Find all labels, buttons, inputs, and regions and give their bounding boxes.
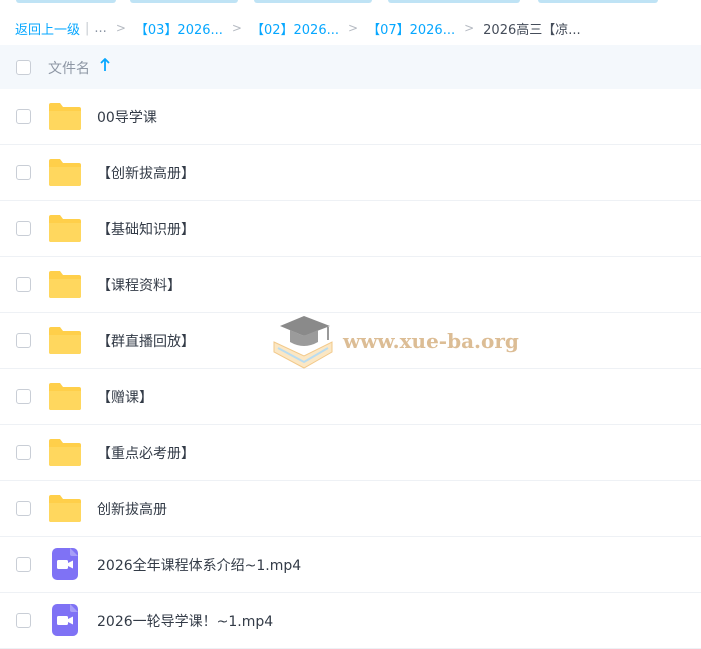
row-checkbox[interactable] — [16, 221, 31, 236]
file-row[interactable]: 【课程资料】 — [0, 257, 701, 313]
row-checkbox[interactable] — [16, 109, 31, 124]
file-row[interactable]: 【群直播回放】 — [0, 313, 701, 369]
chevron-right-icon: > — [231, 21, 242, 35]
folder-icon — [48, 212, 82, 244]
toolbar-button-edge — [254, 0, 372, 3]
file-row[interactable]: 【创新拔高册】 — [0, 145, 701, 201]
row-checkbox[interactable] — [16, 333, 31, 348]
folder-icon — [48, 324, 82, 356]
folder-icon — [48, 492, 82, 524]
file-row[interactable]: 创新拔高册 — [0, 481, 701, 537]
file-name[interactable]: 【创新拔高册】 — [97, 163, 195, 183]
file-row[interactable]: 2026一轮导学课！~1.mp4 — [0, 593, 701, 649]
folder-icon — [48, 268, 82, 300]
file-name[interactable]: 【重点必考册】 — [97, 443, 195, 463]
breadcrumb-item[interactable]: 【02】2026... — [251, 19, 339, 38]
top-toolbar-edge — [0, 0, 701, 6]
row-checkbox[interactable] — [16, 389, 31, 404]
file-row[interactable]: 【重点必考册】 — [0, 425, 701, 481]
column-header-filename[interactable]: 文件名 — [48, 58, 90, 78]
file-row[interactable]: 【赠课】 — [0, 369, 701, 425]
file-row[interactable]: 00导学课 — [0, 89, 701, 145]
video-file-icon — [48, 604, 82, 636]
sort-ascending-icon[interactable] — [99, 57, 111, 73]
folder-icon — [48, 436, 82, 468]
chevron-right-icon: > — [348, 21, 359, 35]
file-row[interactable]: 2026全年课程体系介绍~1.mp4 — [0, 537, 701, 593]
file-name[interactable]: 【基础知识册】 — [97, 219, 195, 239]
toolbar-button-edge — [16, 0, 116, 3]
video-file-icon — [48, 548, 82, 580]
file-name[interactable]: 2026全年课程体系介绍~1.mp4 — [97, 555, 301, 575]
file-name[interactable]: 【群直播回放】 — [97, 331, 195, 351]
chevron-right-icon: > — [464, 21, 475, 35]
back-link[interactable]: 返回上一级 — [15, 19, 80, 38]
row-checkbox[interactable] — [16, 277, 31, 292]
breadcrumb-current: 2026高三【凉... — [483, 22, 581, 38]
toolbar-button-edge — [538, 0, 658, 3]
folder-icon — [48, 156, 82, 188]
breadcrumb-collapsed[interactable]: ... — [94, 21, 106, 36]
row-checkbox[interactable] — [16, 613, 31, 628]
file-name[interactable]: 创新拔高册 — [97, 499, 167, 519]
folder-icon — [48, 380, 82, 412]
breadcrumb-item[interactable]: 【07】2026... — [367, 19, 455, 38]
file-name[interactable]: 00导学课 — [97, 107, 157, 127]
chevron-right-icon: > — [115, 21, 126, 35]
file-name[interactable]: 【赠课】 — [97, 387, 153, 407]
folder-icon — [48, 100, 82, 132]
file-list-header: 文件名 — [0, 45, 701, 89]
file-name[interactable]: 【课程资料】 — [97, 275, 181, 295]
file-row[interactable]: 【基础知识册】 — [0, 201, 701, 257]
breadcrumb-item[interactable]: 【03】2026... — [135, 19, 223, 38]
row-checkbox[interactable] — [16, 501, 31, 516]
row-checkbox[interactable] — [16, 445, 31, 460]
breadcrumb-divider: | — [85, 20, 90, 36]
breadcrumb: 返回上一级 | ... > 【03】2026... > 【02】2026... … — [15, 17, 581, 39]
file-name[interactable]: 2026一轮导学课！~1.mp4 — [97, 611, 273, 631]
select-all-checkbox[interactable] — [16, 60, 31, 75]
toolbar-button-edge — [388, 0, 520, 3]
toolbar-button-edge — [130, 0, 238, 3]
row-checkbox[interactable] — [16, 165, 31, 180]
row-checkbox[interactable] — [16, 557, 31, 572]
